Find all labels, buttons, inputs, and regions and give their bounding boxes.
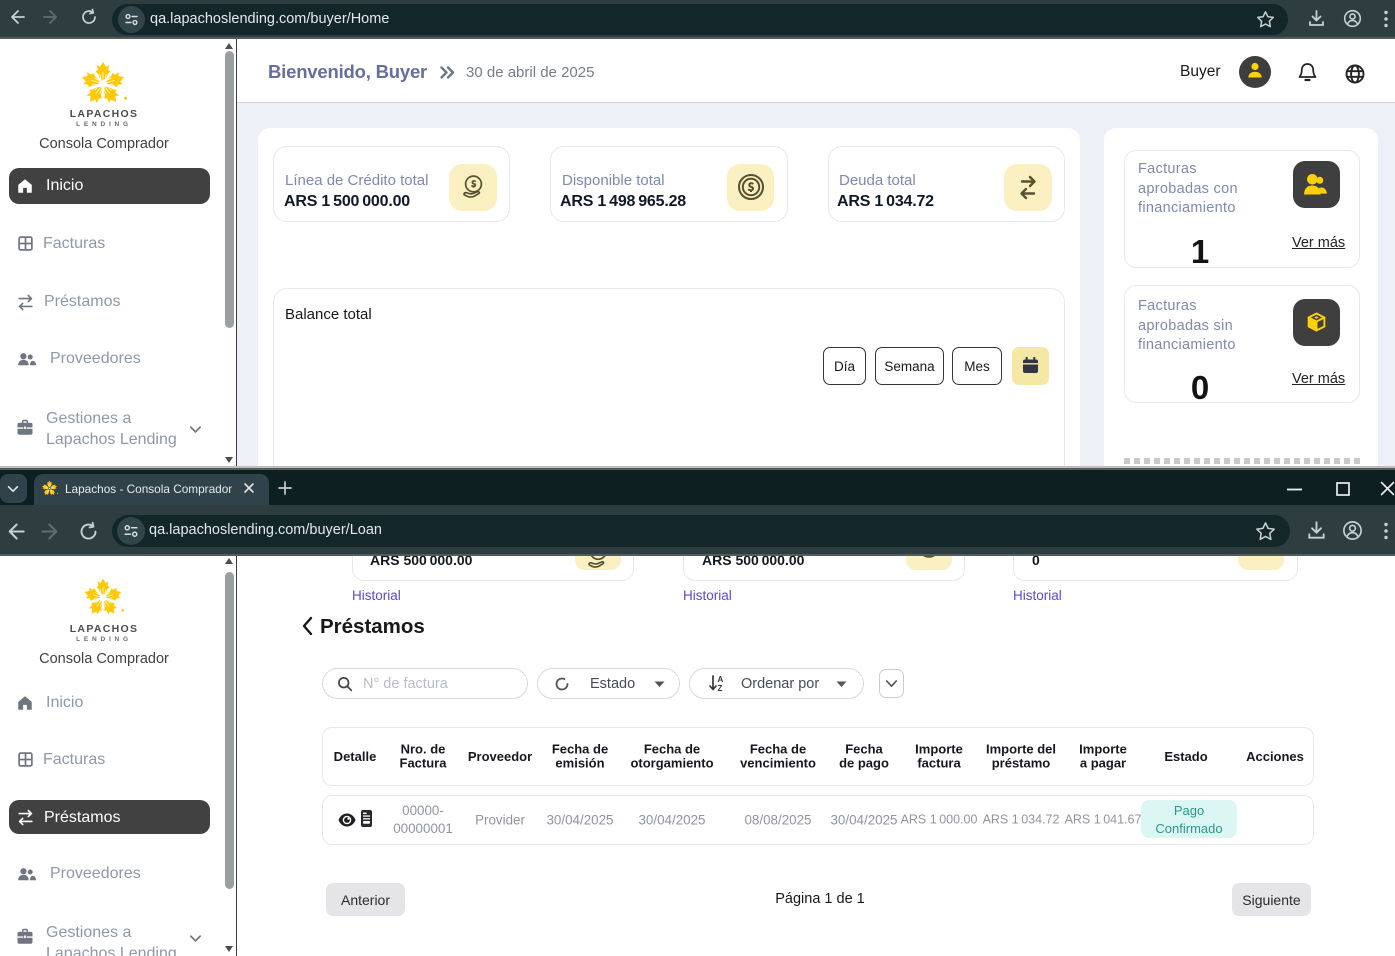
svg-text:A: A [718,675,724,684]
svg-text:Z: Z [718,684,723,693]
